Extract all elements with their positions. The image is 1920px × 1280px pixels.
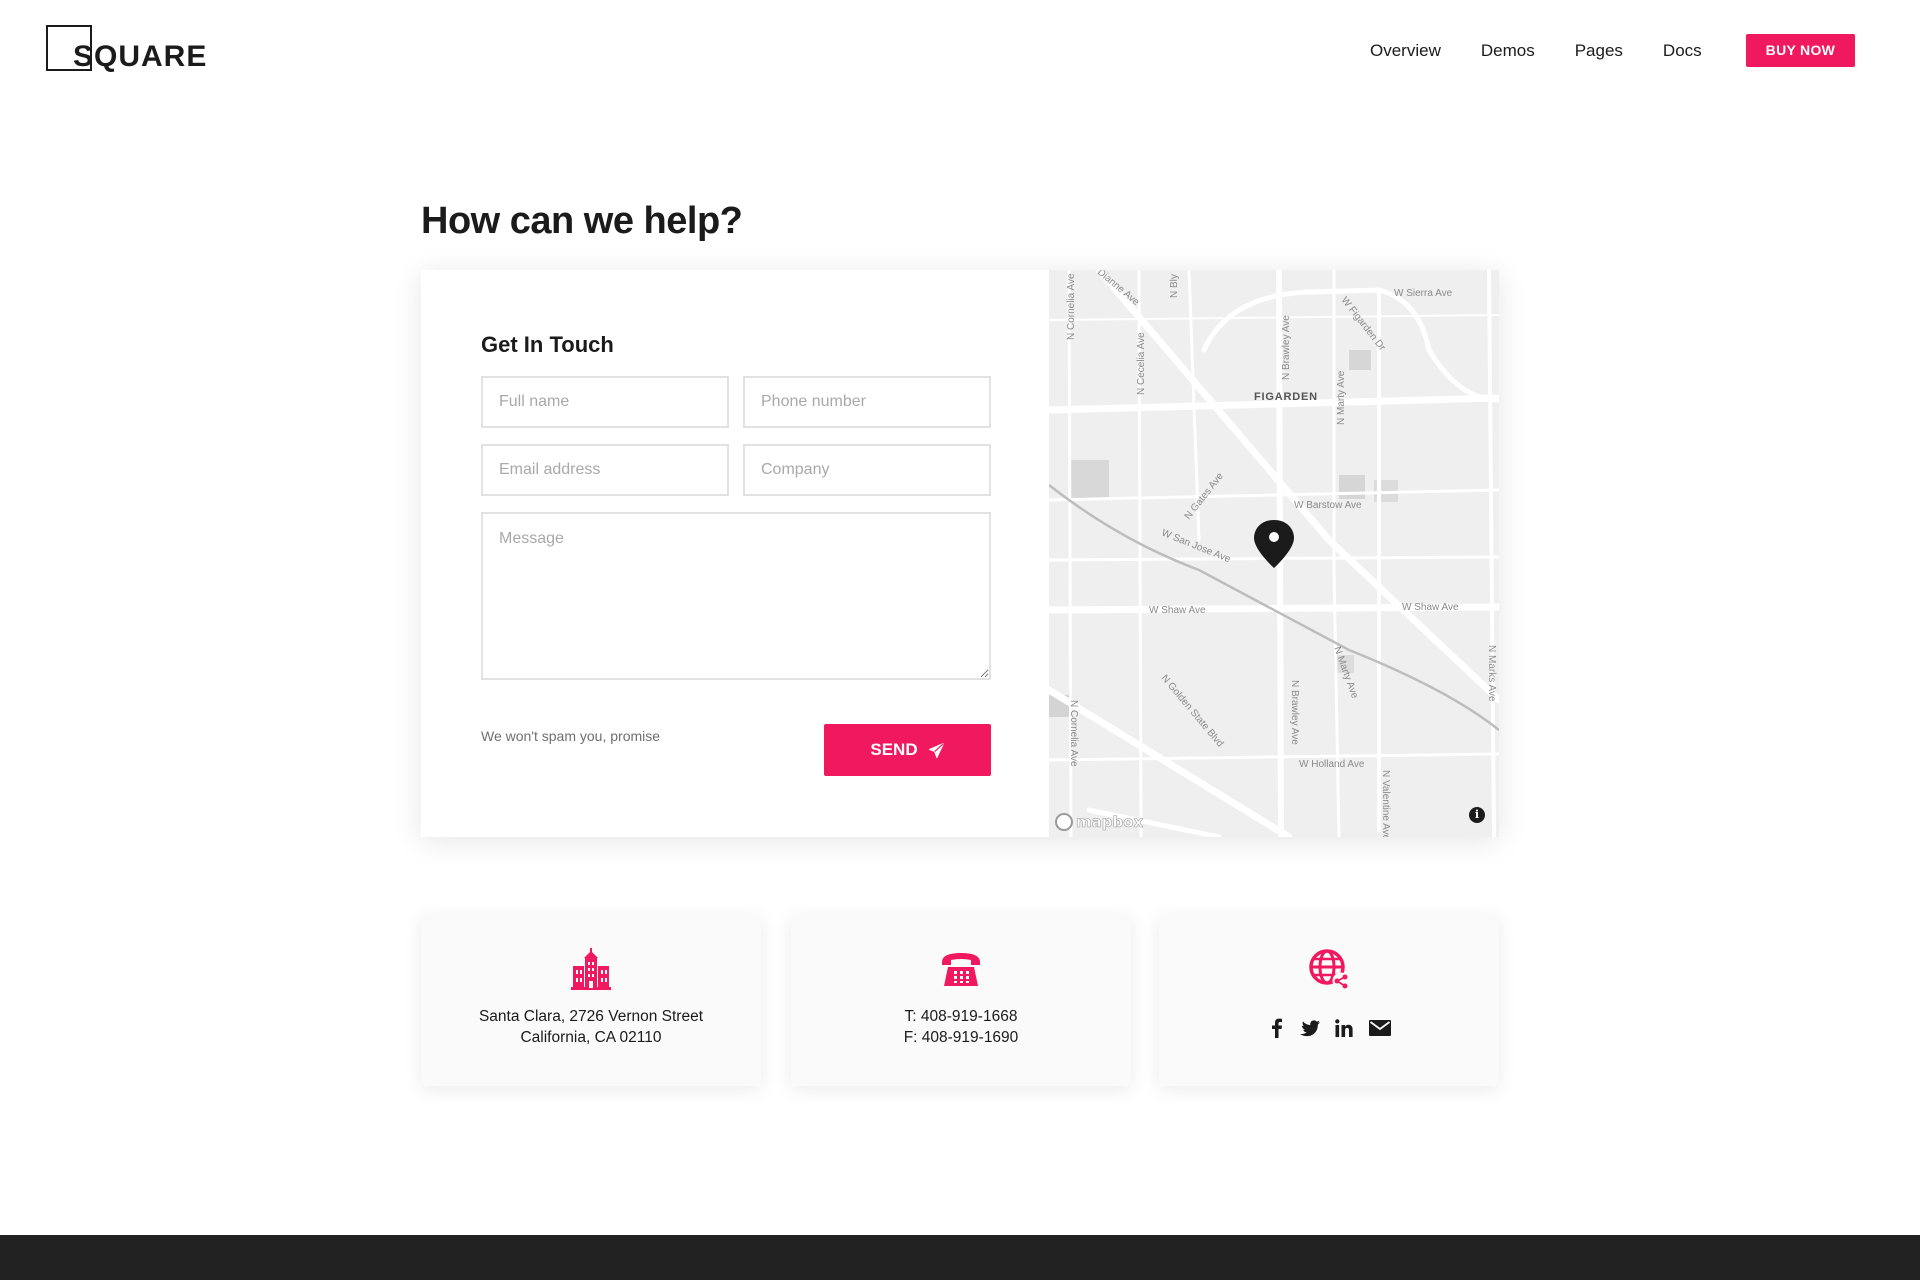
phone-number-field[interactable] [743,376,991,428]
map-label-figarden: FIGARDEN [1254,391,1318,403]
facebook-icon[interactable] [1266,1018,1286,1038]
nav-overview[interactable]: Overview [1370,35,1441,67]
main-nav: Overview Demos Pages Docs BUY NOW [1370,34,1856,67]
phone-text: T: 408-919-1668 F: 408-919-1690 [791,1006,1131,1048]
map-label-sierra: W Sierra Ave [1394,288,1453,299]
address-line-2: California, CA 02110 [520,1029,662,1046]
linkedin-icon[interactable] [1334,1018,1354,1038]
logo-text: SQUARE [73,40,208,73]
map-canvas: FIGARDEN W Sierra Ave W Figarden Dr N Br… [1049,270,1499,837]
buy-now-button[interactable]: BUY NOW [1745,34,1856,67]
form-heading: Get In Touch [481,332,614,357]
logo[interactable]: SQUARE [46,25,216,77]
contact-card: Get In Touch We won't spam you, promise … [421,270,1499,837]
map-label-holland: W Holland Ave [1299,759,1365,770]
nav-demos[interactable]: Demos [1481,35,1535,67]
paper-plane-icon [928,742,944,758]
email-icon[interactable] [1368,1018,1392,1038]
spam-note: We won't spam you, promise [481,728,661,744]
social-links [1159,1018,1499,1038]
map-label-shaw-east: W Shaw Ave [1402,602,1459,613]
map-label-valentine: N Valentine Ave [1380,770,1391,837]
address-card: Santa Clara, 2726 Vernon Street Californ… [421,914,761,1086]
telephone-icon [942,953,980,986]
globe-network-icon [1309,949,1350,990]
map-label-shaw-west: W Shaw Ave [1149,605,1206,616]
address-text: Santa Clara, 2726 Vernon Street Californ… [421,1006,761,1048]
office-building-icon [571,948,611,990]
mapbox-logo[interactable]: mapbox [1055,813,1144,832]
map-label-brawley-north: N Brawley Ave [1281,315,1292,380]
company-field[interactable] [743,444,991,496]
map-label-cecelia: N Cecelia Ave [1136,332,1147,395]
map-label-cornelia-south: N Cornelia Ave [1068,700,1079,767]
address-line-1: Santa Clara, 2726 Vernon Street [478,1008,704,1025]
send-button[interactable]: SEND [824,724,991,776]
site-footer [0,1235,1920,1280]
map-label-marty-north: N Marty Ave [1336,370,1347,425]
social-card [1159,914,1499,1086]
map-info-button[interactable]: i [1469,807,1485,823]
map-label-cornelia-north: N Cornelia Ave [1066,273,1077,340]
email-address-field[interactable] [481,444,729,496]
site-header: SQUARE Overview Demos Pages Docs BUY NOW [0,0,1920,100]
send-button-label: SEND [870,740,918,759]
location-map[interactable]: FIGARDEN W Sierra Ave W Figarden Dr N Br… [1049,270,1499,837]
map-label-bly: N Bly [1169,274,1180,298]
map-label-brawley-south: N Brawley Ave [1289,680,1300,745]
phone-telephone: T: 408-919-1668 [904,1008,1018,1025]
page-title: How can we help? [421,200,743,242]
contact-form: Get In Touch We won't spam you, promise … [421,270,1049,837]
full-name-field[interactable] [481,376,729,428]
nav-docs[interactable]: Docs [1663,35,1702,67]
nav-pages[interactable]: Pages [1575,35,1623,67]
mapbox-mark-icon [1055,813,1073,831]
map-label-barstow: W Barstow Ave [1294,500,1362,511]
phone-fax: F: 408-919-1690 [903,1029,1019,1046]
twitter-icon[interactable] [1300,1018,1320,1038]
mapbox-logo-text: mapbox [1076,813,1144,832]
map-label-marks: N Marks Ave [1486,645,1497,702]
phone-card: T: 408-919-1668 F: 408-919-1690 [791,914,1131,1086]
message-field[interactable] [481,512,991,680]
